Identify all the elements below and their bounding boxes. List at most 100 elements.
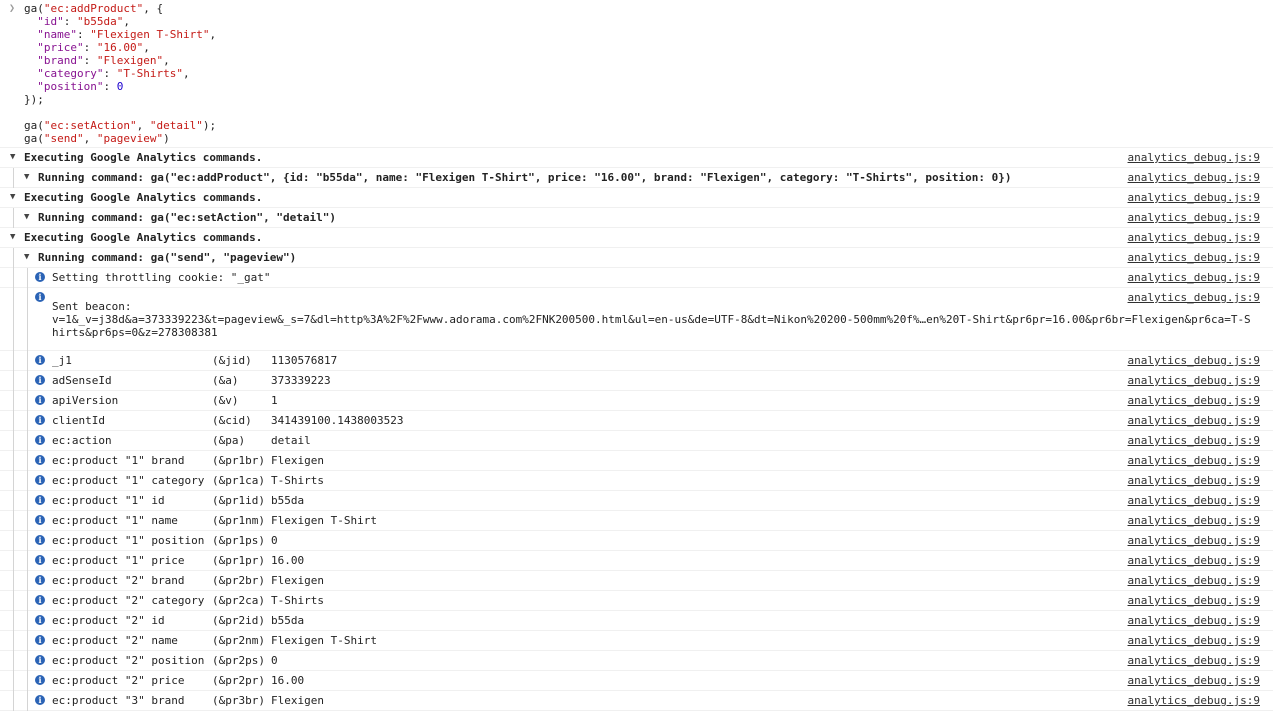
- code-token: ,: [143, 41, 150, 54]
- prompt-chevron-icon: ❯: [9, 3, 16, 14]
- param-key: (&pr2id): [212, 614, 265, 627]
- expand-triangle-icon[interactable]: ▼: [24, 168, 29, 187]
- code-token: "position": [37, 80, 104, 93]
- console-group-header[interactable]: ▼ Running command: ga("ec:setAction", "de…: [0, 208, 1273, 228]
- expand-triangle-icon[interactable]: ▼: [24, 208, 29, 227]
- hit-param-row: i ec:product "2" brand (&pr2br) Flexigen ana…: [0, 571, 1273, 591]
- console-group-header[interactable]: ▼ Executing Google Analytics commands. ana…: [0, 148, 1273, 168]
- source-link[interactable]: analytics_debug.js:9: [1128, 411, 1260, 430]
- info-icon: i: [35, 375, 45, 385]
- info-icon: i: [35, 655, 45, 665]
- expand-triangle-icon[interactable]: ▼: [10, 188, 15, 207]
- group-indent-line: [13, 391, 14, 411]
- source-link[interactable]: analytics_debug.js:9: [1128, 651, 1260, 670]
- hit-param-row: i ec:product "2" position (&pr2ps) 0 analyti…: [0, 651, 1273, 671]
- param-key: (&pr1id): [212, 494, 265, 507]
- source-link[interactable]: analytics_debug.js:9: [1128, 371, 1260, 390]
- param-value: T-Shirts: [271, 594, 324, 607]
- source-link[interactable]: analytics_debug.js:9: [1128, 288, 1260, 307]
- group-indent-line: [13, 248, 14, 268]
- code-token: ,: [83, 132, 97, 145]
- param-value: b55da: [271, 494, 305, 507]
- group-indent-line: [27, 371, 28, 391]
- code-line: ga("ec:addProduct", {: [24, 2, 1273, 15]
- info-icon: i: [35, 455, 45, 465]
- param-key: (&pr2ca): [212, 594, 265, 607]
- param-name: _j1: [52, 354, 72, 367]
- group-indent-line: [13, 551, 14, 571]
- code-line: "name": "Flexigen T-Shirt",: [24, 28, 1273, 41]
- info-message: i Setting throttling cookie: "_gat" analyt…: [0, 268, 1273, 288]
- code-token: "pageview": [96, 132, 164, 145]
- param-name: ec:action: [52, 434, 112, 447]
- beacon-label: Sent beacon:: [52, 300, 132, 313]
- console-group-header[interactable]: ▼ Executing Google Analytics commands. ana…: [0, 188, 1273, 208]
- source-link[interactable]: analytics_debug.js:9: [1128, 551, 1260, 570]
- source-link[interactable]: analytics_debug.js:9: [1128, 431, 1260, 450]
- expand-triangle-icon[interactable]: ▼: [10, 148, 15, 167]
- hit-param-row: i ec:product "2" price (&pr2pr) 16.00 analyt…: [0, 671, 1273, 691]
- console-group-header[interactable]: ▼ Executing Google Analytics commands. ana…: [0, 228, 1273, 248]
- code-token: "ec:addProduct": [43, 2, 144, 15]
- code-token: ,: [209, 28, 217, 41]
- param-value: 0: [271, 534, 278, 547]
- source-link[interactable]: analytics_debug.js:9: [1128, 511, 1260, 530]
- source-link[interactable]: analytics_debug.js:9: [1128, 591, 1260, 610]
- param-name: ec:product "2" category: [52, 594, 205, 607]
- group-indent-line: [13, 208, 14, 228]
- console-group-header[interactable]: ▼ Running command: ga("send", "pageview")…: [0, 248, 1273, 268]
- group-indent-line: [27, 571, 28, 591]
- param-value: 1: [271, 394, 278, 407]
- source-link[interactable]: analytics_debug.js:9: [1128, 691, 1260, 710]
- hit-param-row: i ec:product "1" brand (&pr1br) Flexigen ana…: [0, 451, 1273, 471]
- source-link[interactable]: analytics_debug.js:9: [1128, 228, 1260, 247]
- source-link[interactable]: analytics_debug.js:9: [1128, 491, 1260, 510]
- code-token: ,: [123, 15, 130, 28]
- source-link[interactable]: analytics_debug.js:9: [1128, 611, 1260, 630]
- expand-triangle-icon[interactable]: ▼: [10, 228, 15, 247]
- info-icon: i: [35, 675, 45, 685]
- group-indent-line: [27, 351, 28, 371]
- group-label: Running command: ga("ec:addProduct", {id…: [38, 171, 1012, 184]
- hit-param-row: i ec:product "2" category (&pr2ca) T-Shirts…: [0, 591, 1273, 611]
- console-group-header[interactable]: ▼ Running command: ga("ec:addProduct", {i…: [0, 168, 1273, 188]
- source-link[interactable]: analytics_debug.js:9: [1128, 248, 1260, 267]
- source-link[interactable]: analytics_debug.js:9: [1128, 168, 1260, 187]
- hit-param-row: i ec:product "1" price (&pr1pr) 16.00 analyt…: [0, 551, 1273, 571]
- console-input-echo[interactable]: ❯ ga("ec:addProduct", { "id": "b55da", "…: [0, 0, 1273, 148]
- source-link[interactable]: analytics_debug.js:9: [1128, 351, 1260, 370]
- param-key: (&pr2pr): [212, 674, 265, 687]
- source-link[interactable]: analytics_debug.js:9: [1128, 531, 1260, 550]
- expand-triangle-icon[interactable]: ▼: [24, 248, 29, 267]
- code-token: ga(: [24, 119, 44, 132]
- source-link[interactable]: analytics_debug.js:9: [1128, 188, 1260, 207]
- param-value: 16.00: [271, 554, 305, 567]
- code-line: "id": "b55da",: [24, 15, 1273, 28]
- group-indent-line: [13, 471, 14, 491]
- source-link[interactable]: analytics_debug.js:9: [1128, 571, 1260, 590]
- hit-param-row: i ec:action (&pa) detail analytics_debug.js:…: [0, 431, 1273, 451]
- source-link[interactable]: analytics_debug.js:9: [1128, 268, 1260, 287]
- code-token: "category": [37, 67, 104, 80]
- param-name: clientId: [52, 414, 105, 427]
- source-link[interactable]: analytics_debug.js:9: [1128, 208, 1260, 227]
- source-link[interactable]: analytics_debug.js:9: [1128, 631, 1260, 650]
- group-indent-line: [13, 631, 14, 651]
- source-link[interactable]: analytics_debug.js:9: [1128, 148, 1260, 167]
- code-token: ga(: [24, 2, 44, 15]
- source-link[interactable]: analytics_debug.js:9: [1128, 471, 1260, 490]
- beacon-payload: v=1&_v=j38d&a=373339223&t=pageview&_s=7&…: [52, 313, 1251, 339]
- info-icon: i: [35, 555, 45, 565]
- param-name: adSenseId: [52, 374, 112, 387]
- group-label: Running command: ga("send", "pageview"): [38, 251, 297, 264]
- param-key: (&pr2br): [212, 574, 265, 587]
- hit-param-row: i _j1 (&jid) 1130576817 analytics_debug.js:9: [0, 351, 1273, 371]
- source-link[interactable]: analytics_debug.js:9: [1128, 671, 1260, 690]
- source-link[interactable]: analytics_debug.js:9: [1128, 451, 1260, 470]
- source-link[interactable]: analytics_debug.js:9: [1128, 391, 1260, 410]
- param-key: (&pr2nm): [212, 634, 265, 647]
- group-label: Executing Google Analytics commands.: [24, 231, 263, 244]
- param-name: ec:product "1" id: [52, 494, 165, 507]
- group-indent-line: [13, 611, 14, 631]
